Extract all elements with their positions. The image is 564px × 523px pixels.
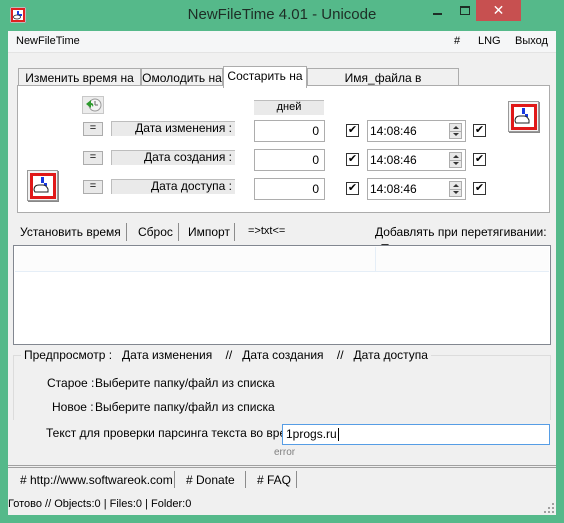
preview-old-label: Старое : <box>47 376 95 390</box>
equals-button-created[interactable]: = <box>83 151 103 165</box>
toolbar-separator <box>234 223 235 241</box>
days-input-accessed[interactable]: 0 <box>254 178 325 200</box>
spin-up-icon <box>453 184 459 187</box>
parse-error-text: error <box>274 447 296 458</box>
donate-link[interactable]: # Donate <box>186 473 235 487</box>
spin-up-icon <box>453 126 459 129</box>
link-separator <box>174 471 175 488</box>
time-value-created: 14:08:46 <box>370 153 417 167</box>
status-bar: Готово // Objects:0 | Files:0 | Folder:0 <box>8 492 556 515</box>
close-icon: ✕ <box>492 2 505 18</box>
website-link[interactable]: # http://www.softwareok.com <box>20 473 173 487</box>
minimize-icon <box>432 12 442 15</box>
preview-new-value: Выберите папку/файл из списка <box>95 400 275 414</box>
checkbox-accessed-time[interactable]: ✔ <box>473 182 486 195</box>
menu-hash[interactable]: # <box>454 35 460 47</box>
tab-age[interactable]: Состарить на <box>223 66 307 88</box>
clock-undo-icon <box>86 98 102 112</box>
minimize-button[interactable] <box>424 0 450 21</box>
toolbar-separator <box>178 223 179 241</box>
menu-bar: NewFileTime # LNG Выход <box>8 31 556 53</box>
checkbox-created-enabled[interactable]: ✔ <box>346 153 359 166</box>
label-date-created: Дата создания : <box>111 150 235 165</box>
spin-down-icon <box>453 162 459 165</box>
app-window: NewFileTime 4.01 - Unicode ✕ NewFileTime… <box>0 0 564 523</box>
file-time-right-button[interactable] <box>508 101 540 133</box>
file-time-left-button[interactable] <box>27 170 59 202</box>
text-caret <box>337 428 339 442</box>
preview-new-label: Новое : <box>52 400 94 414</box>
import-button[interactable]: Импорт <box>188 225 230 239</box>
checkbox-accessed-enabled[interactable]: ✔ <box>346 182 359 195</box>
maximize-icon <box>460 6 470 15</box>
label-date-accessed: Дата доступа : <box>111 179 235 194</box>
time-spinner-created[interactable] <box>449 152 462 168</box>
preview-legend: Предпросмотр : Дата изменения // Дата со… <box>21 348 431 362</box>
file-list[interactable] <box>13 245 551 345</box>
status-text: Готово // Objects:0 | Files:0 | Folder:0 <box>8 498 192 510</box>
file-time-icon <box>27 170 59 202</box>
link-bar: # http://www.softwareok.com # Donate # F… <box>8 468 556 490</box>
checkbox-created-time[interactable]: ✔ <box>473 153 486 166</box>
file-time-icon <box>508 101 540 133</box>
link-separator <box>296 471 297 488</box>
spin-up-icon <box>453 155 459 158</box>
parse-test-label: Текст для проверки парсинга текста во вр… <box>46 426 301 440</box>
set-time-button[interactable]: Установить время <box>20 225 121 239</box>
action-toolbar: Установить время Сброс Импорт =>txt<= До… <box>8 220 556 250</box>
link-separator <box>245 471 246 488</box>
time-input-modified[interactable]: 14:08:46 <box>367 120 466 142</box>
close-button[interactable]: ✕ <box>476 0 521 21</box>
days-input-created[interactable]: 0 <box>254 149 325 171</box>
toolbar-separator <box>126 223 127 241</box>
title-bar[interactable]: NewFileTime 4.01 - Unicode ✕ <box>0 0 564 30</box>
tab-panel-age: дней = Дата изменения : 0 ✔ 14:08:46 ✔ =… <box>17 85 550 213</box>
column-separator[interactable] <box>375 247 376 271</box>
file-list-header <box>15 247 549 272</box>
time-input-created[interactable]: 14:08:46 <box>367 149 466 171</box>
reset-button[interactable]: Сброс <box>138 225 173 239</box>
preview-group: Предпросмотр : Дата изменения // Дата со… <box>13 348 551 420</box>
checkbox-modified-time[interactable]: ✔ <box>473 124 486 137</box>
faq-link[interactable]: # FAQ <box>257 473 291 487</box>
label-date-modified: Дата изменения : <box>111 121 235 136</box>
time-value-modified: 14:08:46 <box>370 124 417 138</box>
time-spinner-accessed[interactable] <box>449 181 462 197</box>
time-input-accessed[interactable]: 14:08:46 <box>367 178 466 200</box>
preview-old-value: Выберите папку/файл из списка <box>95 376 275 390</box>
checkbox-modified-enabled[interactable]: ✔ <box>346 124 359 137</box>
menu-newfiletime[interactable]: NewFileTime <box>16 35 80 47</box>
maximize-button[interactable] <box>452 0 478 21</box>
days-header: дней <box>254 100 324 115</box>
client-area: NewFileTime # LNG Выход Изменить время н… <box>8 31 556 515</box>
spin-down-icon <box>453 191 459 194</box>
undo-clock-button[interactable] <box>82 96 104 114</box>
parse-test-input[interactable]: 1progs.ru <box>282 424 550 445</box>
drag-add-label: Добавлять при перетягивании: <box>375 225 547 239</box>
equals-button-accessed[interactable]: = <box>83 180 103 194</box>
txt-button[interactable]: =>txt<= <box>248 225 285 237</box>
menu-language[interactable]: LNG <box>478 35 501 47</box>
parse-test-value: 1progs.ru <box>286 427 337 441</box>
menu-exit[interactable]: Выход <box>515 35 548 47</box>
spin-down-icon <box>453 133 459 136</box>
days-input-modified[interactable]: 0 <box>254 120 325 142</box>
equals-button-modified[interactable]: = <box>83 122 103 136</box>
time-spinner-modified[interactable] <box>449 123 462 139</box>
time-value-accessed: 14:08:46 <box>370 182 417 196</box>
resize-grip-icon[interactable] <box>544 503 554 513</box>
